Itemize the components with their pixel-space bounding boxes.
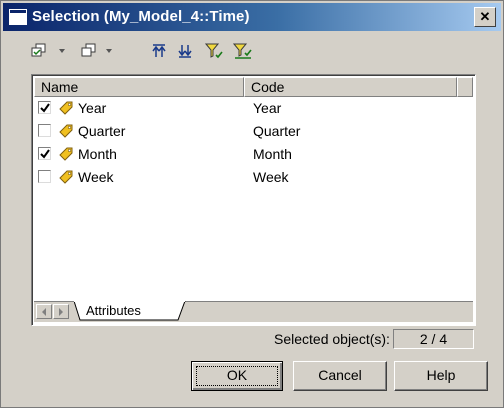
row-name: Month [78, 146, 117, 162]
ok-button[interactable]: OK [191, 361, 283, 391]
attribute-icon [58, 169, 74, 190]
row-checkbox[interactable] [38, 124, 51, 137]
row-name: Quarter [78, 123, 126, 139]
list-item[interactable]: Week Week [34, 166, 472, 188]
window-icon [9, 9, 27, 25]
deselect-all-icon[interactable] [81, 43, 99, 61]
row-code: Week [253, 169, 289, 185]
row-name: Year [78, 100, 107, 116]
tab-bar: Attributes [34, 301, 473, 322]
window-title: Selection (My_Model_4::Time) [32, 8, 250, 25]
filter-icon[interactable] [205, 43, 225, 61]
row-name: Week [78, 169, 114, 185]
help-button[interactable]: Help [394, 361, 488, 391]
cancel-button[interactable]: Cancel [293, 361, 387, 391]
tab-scroll-left-button[interactable] [36, 304, 52, 319]
cancel-button-label: Cancel [318, 367, 362, 383]
column-header-filler [457, 77, 473, 97]
deselect-all-dropdown-icon[interactable] [106, 49, 112, 53]
attribute-icon [58, 100, 74, 121]
row-code: Quarter [253, 123, 301, 139]
attribute-icon [58, 123, 74, 144]
list-item[interactable]: Month Month [34, 143, 472, 165]
list-item[interactable]: Year Year [34, 97, 472, 119]
help-button-label: Help [426, 367, 456, 383]
title-bar[interactable]: Selection (My_Model_4::Time) ✕ [3, 3, 501, 31]
row-code: Year [253, 100, 282, 116]
select-all-icon[interactable] [31, 43, 49, 61]
tab-scroll-right-button[interactable] [53, 304, 69, 319]
tab-attributes-label: Attributes [86, 303, 141, 318]
column-header-code[interactable]: Code [244, 77, 457, 97]
column-header-name[interactable]: Name [34, 77, 244, 97]
selected-objects-label: Selected object(s): [274, 331, 390, 347]
row-checkbox[interactable] [38, 170, 51, 183]
filter-checked-icon[interactable] [233, 43, 255, 61]
tab-attributes[interactable]: Attributes [74, 301, 186, 321]
selected-objects-count: 2 / 4 [393, 329, 474, 349]
move-down-icon[interactable] [177, 43, 195, 61]
attribute-list[interactable]: Name Code Year Year Quarter Quarter Month Mon… [31, 74, 476, 326]
selection-dialog: Selection (My_Model_4::Time) ✕ Name Code… [0, 0, 504, 408]
move-up-icon[interactable] [151, 43, 169, 61]
close-button[interactable]: ✕ [474, 7, 496, 27]
row-checkbox[interactable] [38, 147, 51, 160]
ok-focus-rect [196, 366, 278, 386]
list-item[interactable]: Quarter Quarter [34, 120, 472, 142]
attribute-icon [58, 146, 74, 167]
row-code: Month [253, 146, 292, 162]
row-checkbox[interactable] [38, 101, 51, 114]
select-all-dropdown-icon[interactable] [59, 49, 65, 53]
